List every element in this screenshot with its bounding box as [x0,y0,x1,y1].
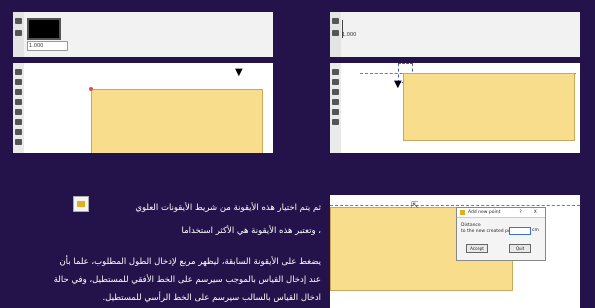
zoom-in-icon[interactable] [15,18,22,24]
arrow-icon[interactable] [332,69,339,75]
pen-icon[interactable] [332,89,339,95]
select-icon[interactable] [15,79,22,85]
arrow-icon[interactable] [15,69,22,75]
instruction-line-2: ، وتعتبر هذه الأيقونة هي الأكثر استخداما [181,226,321,236]
tools-sidebar [13,63,24,153]
accept-button[interactable]: Accept [466,244,488,253]
curve-icon[interactable] [15,119,22,125]
panel2-toolbar: 1.000 [330,12,580,57]
value-field[interactable]: 1.000 [27,41,68,51]
panel2-side-tools [330,12,341,57]
help-button[interactable]: ? [519,210,521,215]
tool-icon [73,196,89,212]
panel1-toolbar: 1.000 [13,12,273,57]
pattern-rectangle[interactable] [403,73,575,141]
zoom-out-icon[interactable] [332,30,339,36]
panel1-side-tools [13,12,24,57]
corner-point[interactable] [89,87,93,91]
dialog-titlebar: Add new point ? X [457,208,545,218]
mouse-cursor-icon: ▼ [394,79,402,90]
instruction-line-4: عند إدخال القياس بالموجب سيرسم على الخط … [53,275,321,285]
text-cursor-icon: ⇱ [411,201,419,211]
panel3-canvas[interactable]: ⇱ Add new point ? X Distance to the new … [330,195,580,308]
select-icon[interactable] [332,79,339,85]
instruction-line-1: ثم يتم اختيار هذه الأيقونة من شريط الأيق… [135,203,321,213]
point-icon[interactable] [15,99,22,105]
pen-icon[interactable] [15,89,22,95]
close-button[interactable]: X [534,210,537,215]
point-icon[interactable] [332,99,339,105]
panel1-canvas[interactable]: ▼ [13,63,273,153]
value-field[interactable]: 1.000 [342,32,356,38]
quit-button[interactable]: Quit [509,244,531,253]
search-icon[interactable] [15,139,22,145]
pattern-rectangle[interactable] [91,89,263,153]
unit-label: cm [532,228,539,233]
distance-label: Distance [461,223,481,228]
distance-input[interactable] [509,227,531,235]
instruction-line-5: ادخال القياس بالسالب سيرسم على الخط الرأ… [102,293,321,303]
add-new-point-dialog: Add new point ? X Distance to the new cr… [456,207,546,261]
zoom-in-icon[interactable] [332,18,339,24]
tools-sidebar [330,63,341,153]
line-icon[interactable] [15,109,22,115]
dialog-title: Add new point [468,210,501,215]
mouse-cursor-icon: ▼ [235,67,243,78]
zoom-out-icon[interactable] [15,30,22,36]
panel2-canvas[interactable]: ▼ [330,63,580,153]
app-icon [460,210,465,215]
preview-thumbnail [27,18,61,40]
curve-icon[interactable] [332,119,339,125]
line-icon[interactable] [332,109,339,115]
guide-line [330,205,580,206]
instruction-line-3: يضغط على الأيقونة السابقة، ليظهر مربع لإ… [59,257,321,267]
ruler-icon[interactable] [15,129,22,135]
